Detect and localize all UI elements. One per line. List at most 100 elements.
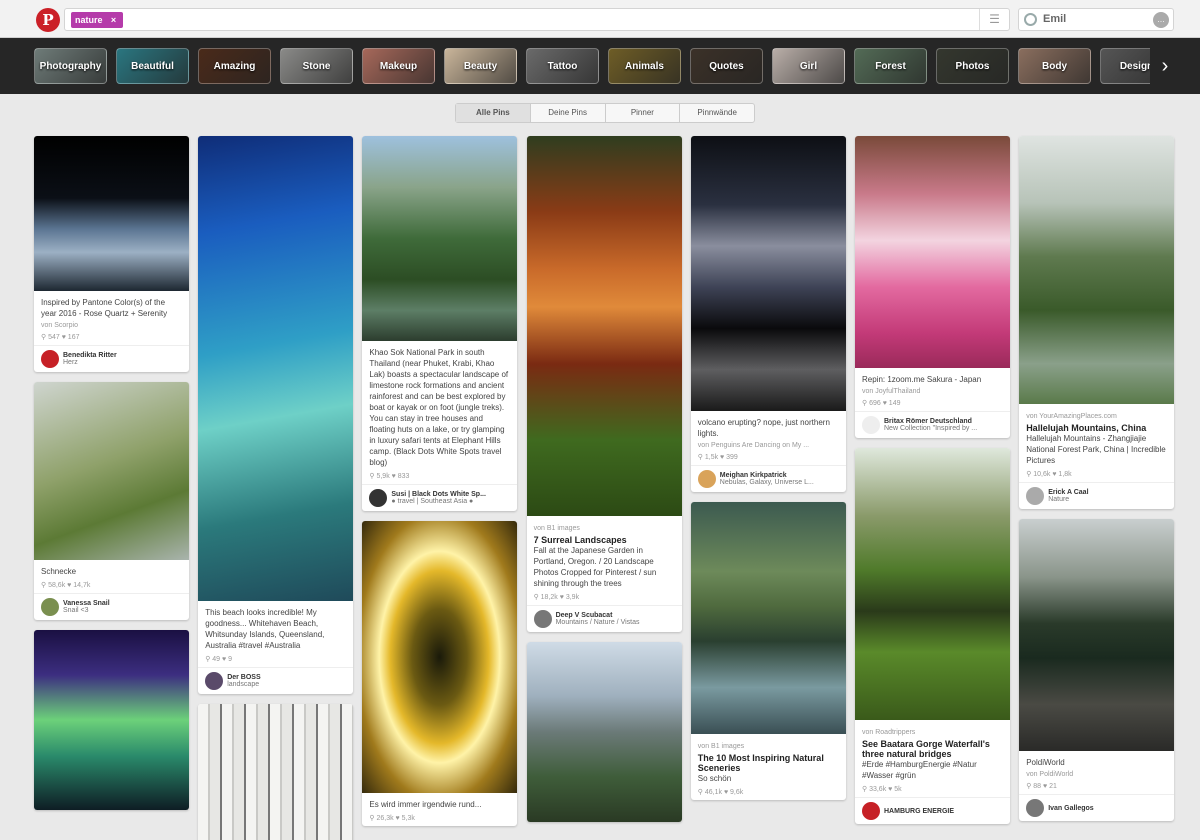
pin-image[interactable] [1019, 136, 1175, 404]
search-menu-icon[interactable]: ☰ [979, 9, 1009, 30]
pin-image[interactable] [690, 136, 846, 411]
pinner-info[interactable]: Susi | Black Dots White Sp... ● travel | … [362, 484, 518, 511]
avatar[interactable] [369, 489, 388, 507]
pin-image[interactable] [198, 136, 354, 601]
board-name[interactable]: ● travel | Southeast Asia ● [391, 498, 486, 505]
category-quotes[interactable]: Quotes [690, 48, 763, 84]
pinterest-logo-icon[interactable]: P [36, 8, 60, 32]
pinner-name[interactable]: Erick A Caal [1048, 489, 1088, 496]
pin-source[interactable]: von Roadtrippers [862, 729, 1003, 736]
avatar[interactable] [862, 416, 880, 434]
category-next-icon[interactable]: › [1150, 48, 1180, 84]
avatar[interactable] [862, 802, 880, 820]
pin-image[interactable] [690, 502, 846, 734]
board-name[interactable]: Snail <3 [63, 607, 110, 614]
board-name[interactable]: Nature [1048, 496, 1088, 503]
pinner-name[interactable]: Deep V Scubacat [556, 612, 640, 619]
pin-image[interactable] [855, 448, 1010, 720]
filter-tab[interactable]: Pinner [606, 104, 681, 122]
pin-source[interactable]: von B1 images [698, 743, 839, 750]
pin-card[interactable]: Khao Sok National Park in south Thailand… [362, 136, 518, 511]
pin-image[interactable] [198, 704, 354, 840]
filter-tab[interactable]: Deine Pins [531, 104, 606, 122]
pinner-name[interactable]: Britax Römer Deutschland [884, 418, 977, 425]
pin-card[interactable]: volcano erupting? nope, just northern li… [690, 136, 846, 492]
category-photos[interactable]: Photos [936, 48, 1009, 84]
category-makeup[interactable]: Makeup [362, 48, 435, 84]
pin-card[interactable]: von YourAmazingPlaces.com Hallelujah Moun… [1019, 136, 1175, 509]
pinner-name[interactable]: HAMBURG ENERGIE [884, 808, 954, 815]
category-forest[interactable]: Forest [854, 48, 927, 84]
category-beautiful[interactable]: Beautiful [116, 48, 189, 84]
pinner-info[interactable]: HAMBURG ENERGIE [855, 797, 1010, 824]
pin-card[interactable]: Inspired by Pantone Color(s) of the year… [34, 136, 189, 372]
pinner-info[interactable]: Erick A Caal Nature [1019, 482, 1175, 509]
category-tattoo[interactable]: Tattoo [526, 48, 599, 84]
pin-source[interactable]: von YourAmazingPlaces.com [1026, 413, 1167, 420]
filter-tab[interactable]: Pinnwände [680, 104, 754, 122]
user-menu[interactable]: Emil … [1018, 8, 1174, 31]
pin-title[interactable]: Hallelujah Mountains, China [1026, 423, 1167, 433]
category-amazing[interactable]: Amazing [198, 48, 271, 84]
pin-image[interactable] [1019, 519, 1175, 751]
pin-image[interactable] [34, 136, 189, 291]
category-photography[interactable]: Photography [34, 48, 107, 84]
category-beauty[interactable]: Beauty [444, 48, 517, 84]
avatar[interactable] [697, 470, 716, 488]
category-stone[interactable]: Stone [280, 48, 353, 84]
pinner-info[interactable]: Meighan Kirkpatrick Nebulas, Galaxy, Univ… [690, 465, 846, 492]
pinner-info[interactable]: Britax Römer Deutschland New Collection "… [855, 411, 1010, 438]
pin-image[interactable] [34, 382, 189, 560]
pinner-info[interactable]: Der BOSS landscape [198, 667, 354, 694]
pin-image[interactable] [362, 521, 518, 793]
search-field[interactable]: nature × ☰ [64, 8, 1010, 31]
pin-source[interactable]: von Scorpio [41, 322, 182, 329]
board-name[interactable]: Nebulas, Galaxy, Universe L... [720, 479, 814, 486]
pinner-info[interactable]: Vanessa Snail Snail <3 [34, 593, 189, 620]
pinner-info[interactable]: Deep V Scubacat Mountains / Nature / Vist… [526, 605, 682, 632]
pin-card[interactable]: This beach looks incredible! My goodness… [198, 136, 354, 694]
pinner-name[interactable]: Der BOSS [227, 674, 260, 681]
board-name[interactable]: landscape [227, 681, 260, 688]
pin-image[interactable] [34, 630, 189, 810]
pin-source[interactable]: von Penguins Are Dancing on My ... [698, 442, 839, 449]
pin-image[interactable] [526, 136, 682, 516]
pinner-info[interactable]: Ivan Gallegos [1019, 794, 1175, 821]
search-tag[interactable]: nature × [71, 12, 123, 28]
pinner-info[interactable]: Benedikta Ritter Herz [34, 345, 189, 372]
pin-card[interactable]: Repin: 1zoom.me Sakura - Japan von Joyful… [855, 136, 1010, 438]
pin-card[interactable]: Es wird immer irgendwie rund... ⚲ 26,3k ♥… [362, 521, 518, 826]
pinner-name[interactable]: Susi | Black Dots White Sp... [391, 491, 486, 498]
pinner-name[interactable]: Vanessa Snail [63, 600, 110, 607]
board-name[interactable]: New Collection "Inspired by ... [884, 425, 977, 432]
pinner-name[interactable]: Ivan Gallegos [1048, 805, 1094, 812]
pin-title[interactable]: See Baatara Gorge Waterfall's three natu… [862, 739, 1003, 759]
category-body[interactable]: Body [1018, 48, 1091, 84]
pinner-name[interactable]: Meighan Kirkpatrick [720, 472, 814, 479]
pin-card[interactable] [526, 642, 682, 822]
pin-card[interactable] [34, 630, 189, 810]
avatar[interactable] [1026, 799, 1045, 817]
pin-card[interactable]: von Roadtrippers See Baatara Gorge Waterf… [855, 448, 1010, 824]
avatar[interactable] [205, 672, 224, 690]
pin-image[interactable] [362, 136, 518, 341]
pinner-name[interactable]: Benedikta Ritter [63, 352, 117, 359]
pin-image[interactable] [855, 136, 1010, 368]
pin-source[interactable]: von PoldiWorld [1026, 771, 1167, 778]
remove-tag-icon[interactable]: × [107, 12, 121, 28]
avatar[interactable] [41, 350, 59, 368]
board-name[interactable]: Herz [63, 359, 117, 366]
avatar[interactable] [533, 610, 552, 628]
pin-card[interactable]: von B1 images The 10 Most Inspiring Natur… [690, 502, 846, 800]
filter-tab[interactable]: Alle Pins [456, 104, 531, 122]
board-name[interactable]: Mountains / Nature / Vistas [556, 619, 640, 626]
category-girl[interactable]: Girl [772, 48, 845, 84]
pin-title[interactable]: 7 Surreal Landscapes [534, 535, 675, 545]
pin-image[interactable] [526, 642, 682, 822]
pin-card[interactable]: Schnecke ⚲ 58,6k ♥ 14,7k Vanessa Snail Snai… [34, 382, 189, 620]
category-animals[interactable]: Animals [608, 48, 681, 84]
pin-card[interactable]: von B1 images 7 Surreal Landscapes Fall at… [526, 136, 682, 632]
avatar[interactable] [1026, 487, 1045, 505]
avatar[interactable] [41, 598, 59, 616]
pin-source[interactable]: von B1 images [534, 525, 675, 532]
